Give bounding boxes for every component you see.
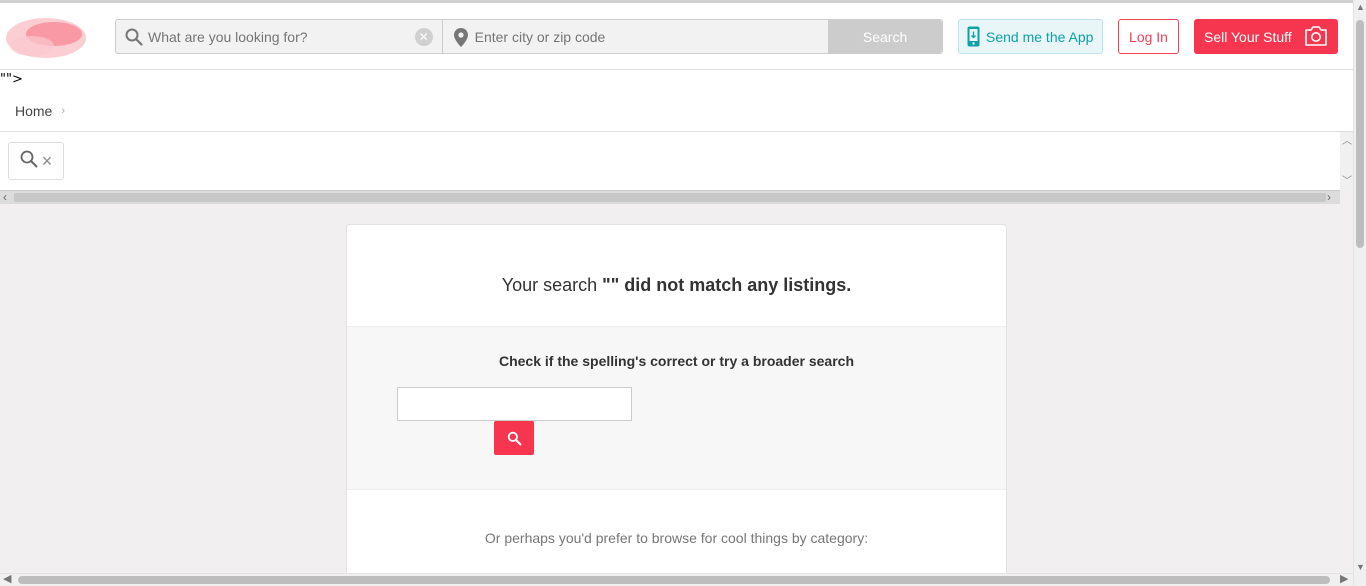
search-icon (20, 150, 38, 173)
chevron-up-icon[interactable]: ︿ (1342, 132, 1352, 147)
breadcrumb-bar: Home › (0, 70, 1353, 132)
filter-bar: × (0, 132, 1340, 190)
no-match-message: Your search "" did not match any listing… (347, 275, 1006, 296)
camera-icon (1304, 25, 1328, 50)
chevron-right-icon[interactable]: › (1327, 190, 1331, 204)
sell-label: Sell Your Stuff (1204, 28, 1292, 45)
location-input[interactable] (474, 20, 815, 53)
chevron-right-icon: › (61, 105, 66, 117)
no-match-prefix: Your search (501, 275, 603, 295)
chevron-down-icon[interactable]: ▼ (1356, 562, 1365, 572)
location-search (443, 20, 829, 53)
browse-categories-text: Or perhaps you'd prefer to browse for co… (484, 530, 869, 546)
stray-text: ""> (0, 72, 23, 87)
no-match-query: "" did not match any listings. (602, 275, 852, 295)
chevron-up-icon[interactable]: ▲ (1356, 2, 1365, 12)
search-button[interactable]: Search (828, 20, 942, 53)
scrollbar-thumb[interactable] (14, 193, 1326, 202)
keyword-search: ✕ (116, 20, 443, 53)
filter-horizontal-scrollbar[interactable]: ‹ › (0, 190, 1340, 204)
clear-search-icon[interactable]: ✕ (414, 28, 433, 46)
no-results-card: Your search "" did not match any listing… (346, 224, 1007, 586)
header: ✕ Search Send me the App Log In Sell You… (0, 0, 1353, 70)
broader-search-input[interactable] (397, 387, 632, 421)
chevron-right-icon[interactable]: ▶ (1340, 572, 1348, 585)
filter-vertical-scrollbar[interactable]: ︿ ﹀ (1340, 132, 1354, 190)
scrollbar-thumb[interactable] (1356, 20, 1364, 248)
send-app-button[interactable]: Send me the App (958, 19, 1103, 54)
chevron-down-icon[interactable]: ﹀ (1342, 172, 1352, 187)
chevron-left-icon[interactable]: ◀ (3, 572, 11, 585)
logo[interactable] (2, 12, 88, 68)
search-input[interactable] (148, 20, 408, 53)
scrollbar-thumb[interactable] (18, 576, 1330, 584)
phone-icon (967, 26, 980, 47)
login-label: Log In (1129, 28, 1168, 45)
page-horizontal-scrollbar[interactable]: ◀ ▶ (0, 573, 1353, 586)
search-icon (507, 431, 521, 445)
search-icon (125, 28, 143, 51)
filter-search-button[interactable]: × (8, 142, 64, 180)
breadcrumb-home[interactable]: Home (15, 103, 52, 119)
suggest-title: Check if the spelling's correct or try a… (498, 353, 854, 369)
search-bar: ✕ Search (115, 19, 943, 54)
chevron-left-icon[interactable]: ‹ (3, 190, 7, 204)
page-vertical-scrollbar[interactable]: ▲ ▼ (1353, 0, 1366, 586)
sell-button[interactable]: Sell Your Stuff (1194, 19, 1338, 54)
broader-search-button[interactable] (494, 421, 534, 455)
location-pin-icon (453, 28, 468, 52)
close-icon[interactable]: × (42, 151, 53, 172)
breadcrumb: Home › (15, 103, 65, 119)
login-button[interactable]: Log In (1118, 19, 1179, 54)
send-app-label: Send me the App (986, 28, 1094, 45)
suggest-panel: Check if the spelling's correct or try a… (347, 326, 1006, 490)
